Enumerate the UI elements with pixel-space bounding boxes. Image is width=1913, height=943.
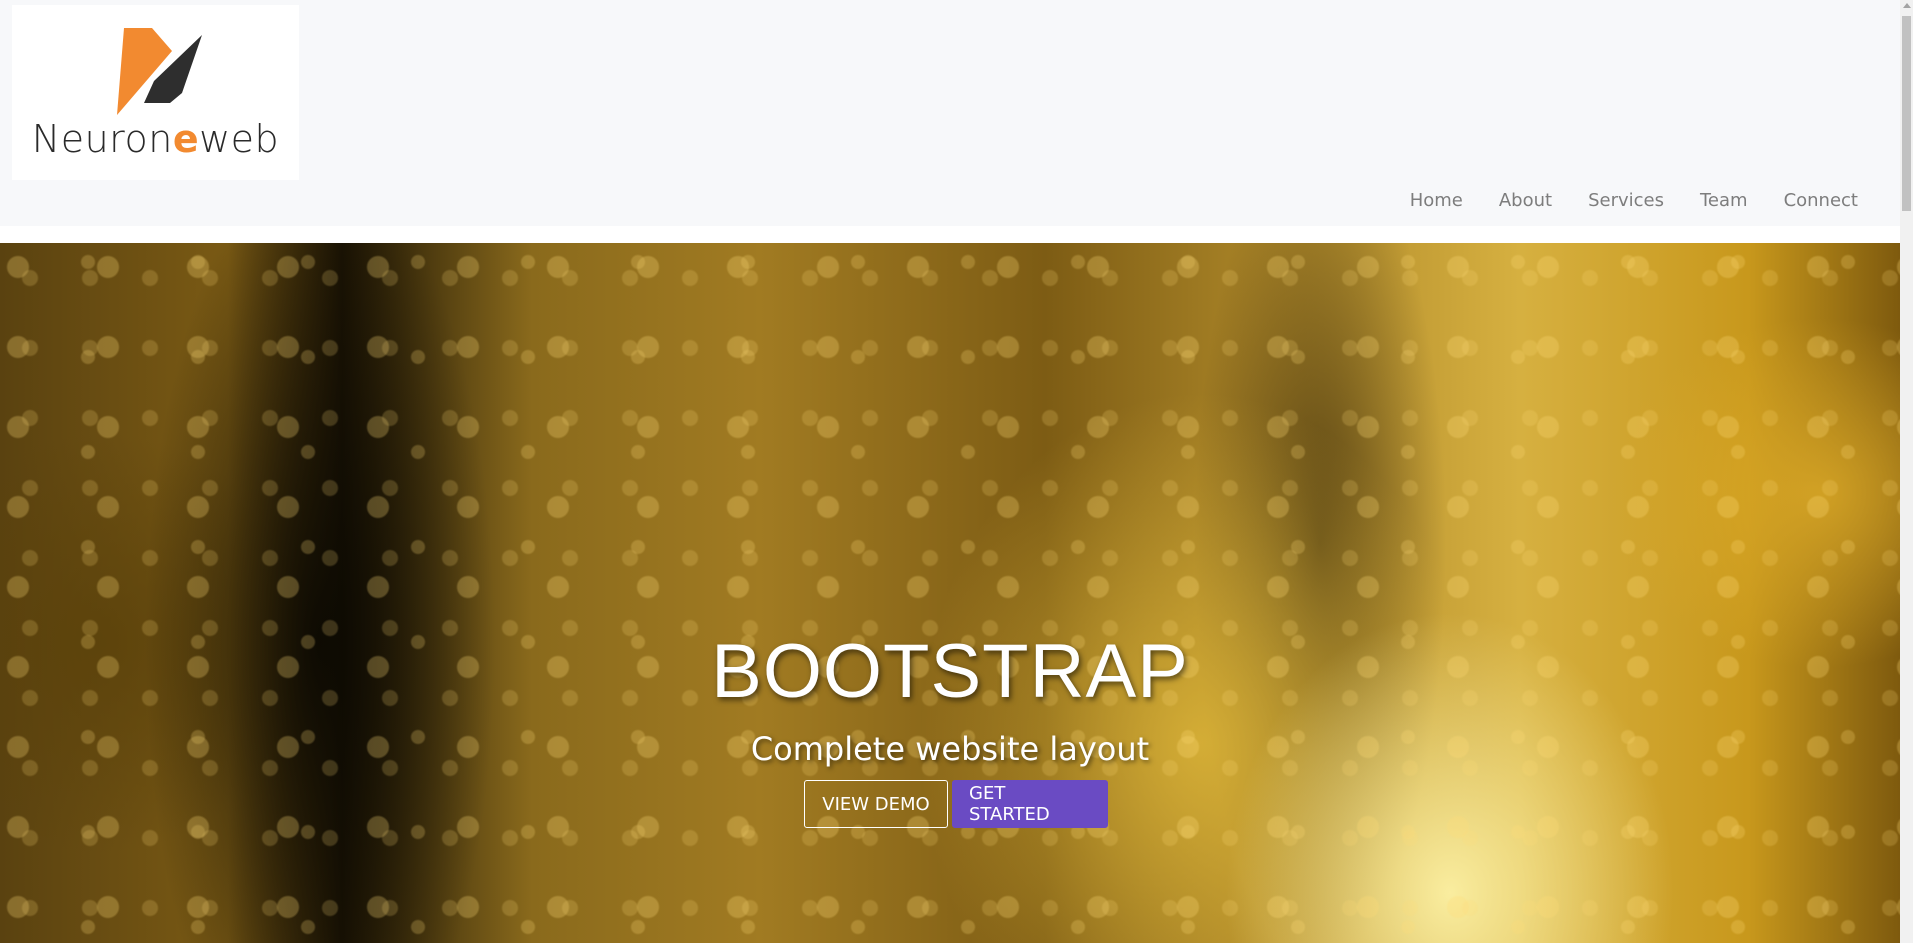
brand-name-accent: e <box>172 117 200 161</box>
page: Neuroneweb Home About Services Team Conn… <box>0 0 1913 943</box>
nav-item-services[interactable]: Services <box>1570 190 1682 211</box>
hero-subtitle: Complete website layout <box>750 730 1150 768</box>
hero-background-image <box>0 243 1900 943</box>
nav-item-connect[interactable]: Connect <box>1766 190 1876 211</box>
brand-name-prefix: Neuron <box>31 117 173 161</box>
main-nav: Home About Services Team Connect <box>1392 190 1876 211</box>
nav-item-about[interactable]: About <box>1481 190 1570 211</box>
view-demo-button[interactable]: VIEW DEMO <box>804 780 948 828</box>
get-started-button[interactable]: GET STARTED <box>952 780 1108 828</box>
neuroneweb-logo-icon <box>117 28 202 115</box>
brand-name: Neuroneweb <box>12 117 299 161</box>
hero-section: BOOTSTRAP Complete website layout VIEW D… <box>0 243 1900 943</box>
nav-item-home[interactable]: Home <box>1392 190 1481 211</box>
hero-title: BOOTSTRAP <box>711 629 1189 714</box>
nav-item-team[interactable]: Team <box>1682 190 1766 211</box>
brand-name-suffix: web <box>199 117 280 161</box>
scroll-up-arrow-icon[interactable] <box>1903 3 1911 8</box>
page-scrollbar[interactable] <box>1900 0 1913 943</box>
hero-buttons: VIEW DEMO GET STARTED <box>0 780 1900 828</box>
scrollbar-thumb[interactable] <box>1902 16 1911 211</box>
brand-logo-link[interactable]: Neuroneweb <box>12 5 299 180</box>
navbar: Neuroneweb Home About Services Team Conn… <box>0 0 1900 226</box>
